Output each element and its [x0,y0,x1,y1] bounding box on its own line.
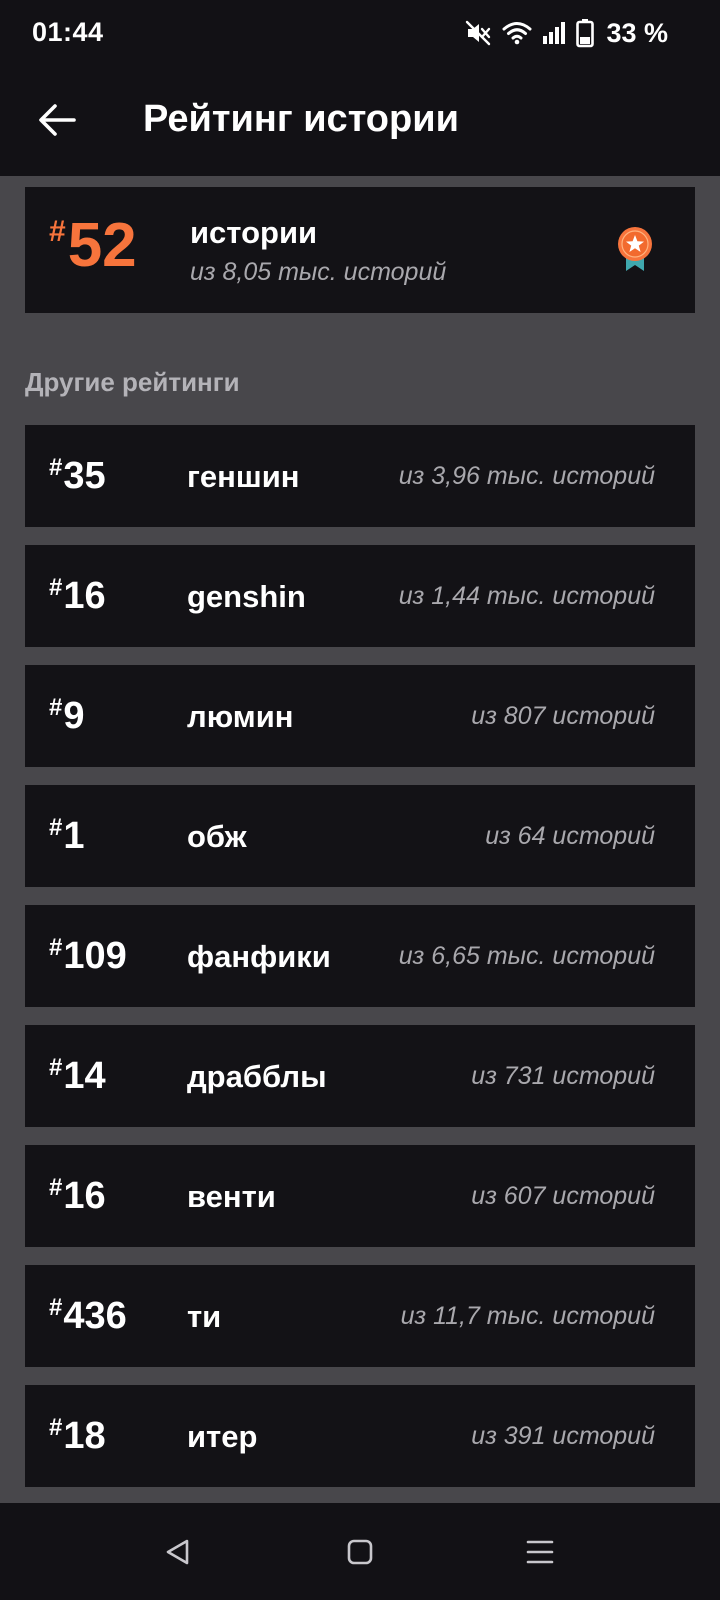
rating-count: из 3,96 тыс. историй [398,462,655,490]
main-rank-number: 52 [67,211,137,280]
rating-tag: обж [187,819,247,854]
rating-row[interactable]: # 16 венти из 607 историй [25,1145,695,1247]
rank-number: # 16 [49,1173,106,1219]
battery-percent: 33 % [606,17,668,48]
rank-number: # 9 [49,693,85,739]
rank-hash: # [49,215,66,248]
rank-value: 16 [63,575,106,617]
rating-tag: genshin [187,579,306,614]
rating-count: из 11,7 тыс. историй [400,1302,655,1330]
rating-tag: итер [187,1419,258,1454]
rating-row[interactable]: # 18 итер из 391 историй [25,1385,695,1487]
rating-tag: венти [187,1179,276,1214]
rank-number: # 18 [49,1413,106,1459]
status-bar: 01:44 33 % [0,0,720,66]
rating-row[interactable]: # 16 genshin из 1,44 тыс. историй [25,545,695,647]
rating-tag: драбблы [187,1059,327,1094]
other-ratings-title: Другие рейтинги [25,367,240,397]
rank-hash: # [49,1414,63,1441]
rank-value: 35 [63,455,106,497]
rank-hash: # [49,454,63,481]
nav-back-button[interactable] [148,1529,208,1575]
rank-number: # 35 [49,453,106,499]
main-rating-card: # 52 истории из 8,05 тыс. историй [25,187,695,313]
rank-hash: # [49,814,63,841]
rating-row[interactable]: # 109 фанфики из 6,65 тыс. историй [25,905,695,1007]
rating-count: из 6,65 тыс. историй [398,942,655,970]
rank-hash: # [49,694,63,721]
rank-value: 109 [63,935,127,977]
app-bar: Рейтинг истории [0,66,720,176]
rating-row[interactable]: # 35 геншин из 3,96 тыс. историй [25,425,695,527]
rank-value: 1 [63,815,85,857]
rating-count: из 1,44 тыс. историй [398,582,655,610]
rank-number: # 16 [49,573,106,619]
rank-value: 14 [63,1055,106,1097]
rating-row[interactable]: # 436 ти из 11,7 тыс. историй [25,1265,695,1367]
rating-count: из 607 историй [471,1182,655,1210]
rating-tag: фанфики [187,939,331,974]
rating-row[interactable]: # 1 обж из 64 историй [25,785,695,887]
rank-value: 18 [63,1415,106,1457]
rank-number: # 1 [49,813,85,859]
rating-count: из 391 историй [471,1422,655,1450]
rating-count: из 807 историй [471,702,655,730]
other-ratings-list: # 35 геншин из 3,96 тыс. историй # 16 ge… [25,425,695,1505]
rank-number: # 109 [49,933,127,979]
arrow-left-icon [39,104,76,136]
main-rating-tag: истории [190,215,318,250]
status-icons: 33 % [464,16,668,50]
nav-home-button[interactable] [330,1529,390,1575]
rank-value: 16 [63,1175,106,1217]
system-nav-bar [0,1503,720,1600]
rank-hash: # [49,1054,63,1081]
page-title: Рейтинг истории [143,98,459,140]
main-rating-subtitle: из 8,05 тыс. историй [190,258,447,286]
rank-hash: # [49,934,63,961]
nav-recents-icon [526,1540,554,1564]
rank-value: 9 [63,695,85,737]
rating-row[interactable]: # 9 люмин из 807 историй [25,665,695,767]
rank-hash: # [49,574,63,601]
rank-hash: # [49,1294,63,1321]
nav-recents-button[interactable] [510,1529,570,1575]
wifi-icon [502,20,532,46]
rating-tag: геншин [187,459,300,494]
rating-tag: люмин [187,699,294,734]
rank-number: # 14 [49,1053,106,1099]
status-time: 01:44 [32,17,104,47]
rating-row[interactable]: # 14 драбблы из 731 историй [25,1025,695,1127]
rank-number: # 436 [49,1293,127,1339]
nav-back-icon [166,1539,189,1565]
rank-hash: # [49,1174,63,1201]
rank-value: 436 [63,1295,127,1337]
rating-count: из 731 историй [471,1062,655,1090]
medal-star-icon [615,225,655,278]
rating-count: из 64 историй [485,822,655,850]
back-button[interactable] [26,89,88,151]
mute-icon [464,19,492,47]
main-rank: # 52 [49,211,137,281]
battery-icon [576,18,595,48]
signal-icon [542,21,566,45]
rating-tag: ти [187,1299,222,1334]
nav-home-icon [347,1539,373,1565]
